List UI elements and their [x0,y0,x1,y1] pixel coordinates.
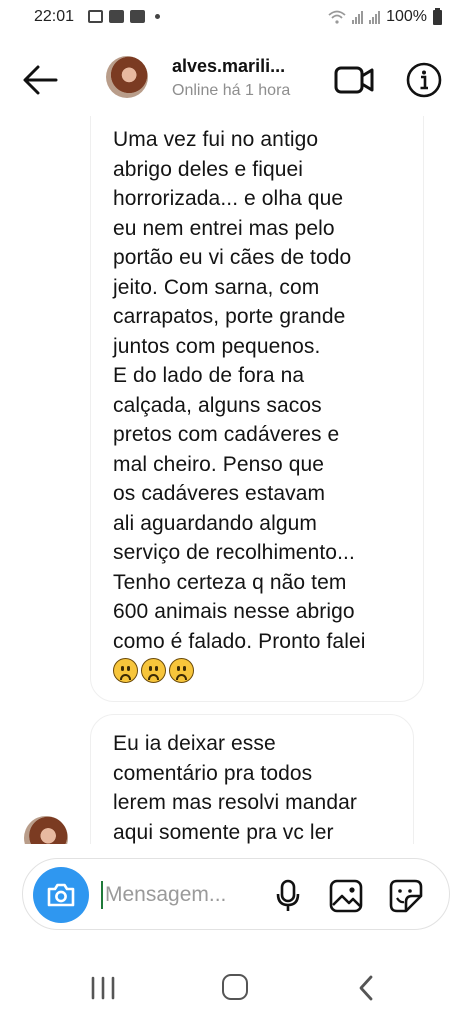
message-text: Eu ia deixar esse comentário pra todos l… [113,732,357,844]
camera-icon [47,883,75,907]
battery-level: 100% [386,8,427,25]
gallery-icon[interactable] [329,879,363,913]
avatar[interactable] [106,56,148,98]
home-icon[interactable] [222,974,248,1000]
contact-status: Online há 1 hora [172,82,291,99]
nav-back-icon[interactable] [356,974,376,1002]
frowning-face-icon [169,658,194,683]
signal-icon-2 [369,10,381,24]
arrow-left-icon[interactable] [20,60,60,100]
image-notification-icon [88,10,103,23]
recent-apps-icon[interactable] [90,976,116,1000]
more-notifications-icon [155,14,160,19]
emoji-row [113,658,401,683]
message-list[interactable]: Uma vez fui no antigo abrigo deles e fiq… [0,116,472,844]
status-bar: 22:01 100% [0,0,472,36]
voicemail-notification-icon [109,10,124,23]
camera-button[interactable] [33,867,89,923]
frowning-face-icon [141,658,166,683]
text-cursor [101,881,103,909]
message-composer [22,858,450,930]
message-text: Uma vez fui no antigo abrigo deles e fiq… [113,128,366,653]
system-nav-bar [0,950,472,1024]
voicemail-notification-icon-2 [130,10,145,23]
video-call-icon[interactable] [334,64,374,96]
message-bubble[interactable]: Uma vez fui no antigo abrigo deles e fiq… [90,116,424,702]
frowning-face-icon [113,658,138,683]
chat-header: alves.marili... Online há 1 hora [0,44,472,116]
sender-avatar[interactable] [24,816,68,844]
status-time: 22:01 [34,8,75,25]
sticker-icon[interactable] [389,879,423,913]
system-status: 100% [328,7,442,26]
info-icon[interactable] [406,62,442,98]
notification-icons [88,10,160,23]
wifi-icon [328,10,346,24]
signal-icon [352,10,364,24]
message-input[interactable] [105,877,255,913]
battery-icon [433,7,442,25]
message-bubble[interactable]: Eu ia deixar esse comentário pra todos l… [90,714,414,844]
microphone-icon[interactable] [275,879,301,913]
contact-name[interactable]: alves.marili... [172,56,285,77]
